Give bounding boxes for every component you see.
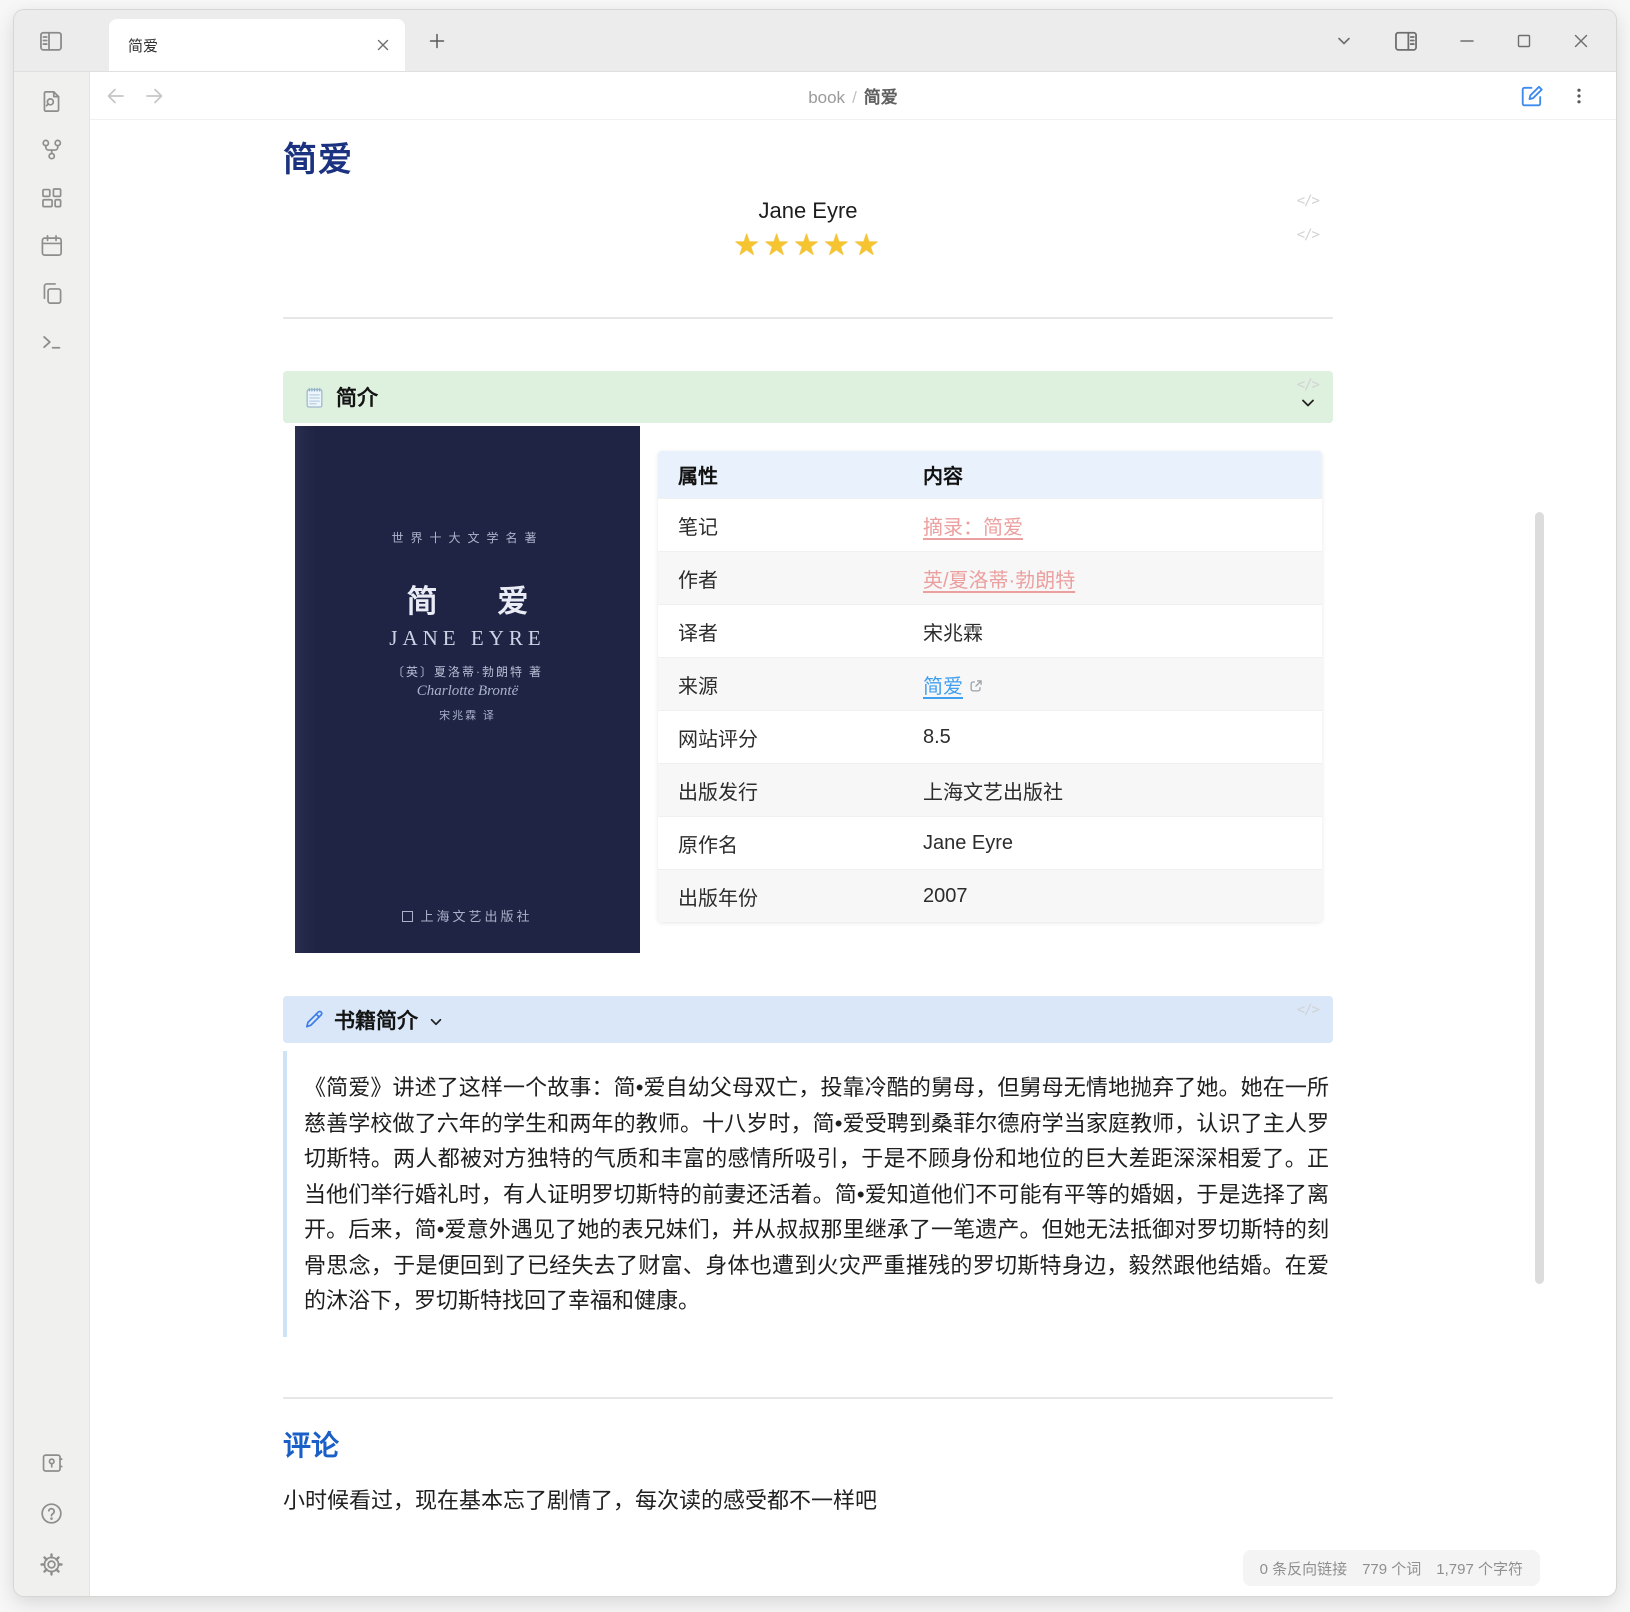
collapse-chevron-icon[interactable] (428, 1014, 444, 1030)
code-gutter-icon[interactable]: </> (1297, 1002, 1319, 1018)
cover-publisher: 上海文艺出版社 (295, 906, 640, 925)
note-ref-link[interactable]: 摘录：简爱 (923, 517, 1023, 539)
external-link-icon (969, 676, 983, 698)
prop-label: 网站评分 (658, 710, 903, 763)
col-attribute: 属性 (658, 451, 903, 498)
document-toolbar: book / 简爱 (90, 72, 1616, 120)
page-title: 简爱 (283, 132, 1333, 181)
book-info-table: 属性 内容 笔记 摘录：简爱 作者 (658, 451, 1322, 922)
main-panel: book/简爱 简爱 Jane (90, 72, 1616, 1596)
summary-section-header[interactable]: 书籍简介 </> (283, 996, 1333, 1043)
code-gutter-icon[interactable]: </> (1297, 377, 1319, 393)
book-summary-text: 《简爱》讲述了这样一个故事：简•爱自幼父母双亡，投靠冷酷的舅母，但舅母无情地抛弃… (283, 1051, 1333, 1337)
graph-view-icon[interactable] (39, 137, 64, 162)
table-row: 出版发行 上海文艺出版社 (658, 763, 1322, 816)
file-search-icon[interactable] (39, 89, 64, 114)
divider (283, 1397, 1333, 1399)
table-row: 笔记 摘录：简爱 (658, 498, 1322, 551)
help-icon[interactable] (39, 1501, 64, 1526)
table-row: 原作名 Jane Eyre (658, 816, 1322, 869)
safe-lock-icon[interactable] (39, 1450, 64, 1475)
table-header-row: 属性 内容 (658, 451, 1322, 498)
intro-section-header[interactable]: 简介 </> (283, 371, 1333, 423)
left-dock (14, 72, 90, 1596)
toggle-left-sidebar-icon[interactable] (38, 28, 64, 54)
prop-label: 作者 (658, 551, 903, 604)
copy-documents-icon[interactable] (39, 281, 64, 306)
table-row: 译者 宋兆霖 (658, 604, 1322, 657)
prop-label: 原作名 (658, 816, 903, 869)
prop-value: 上海文艺出版社 (903, 763, 1322, 816)
intro-section-title: 简介 (336, 382, 378, 412)
cover-translator: 宋兆霖 译 (295, 707, 640, 723)
prop-value: 宋兆霖 (903, 604, 1322, 657)
author-ref-link[interactable]: 英/夏洛蒂·勃朗特 (923, 570, 1075, 592)
prop-value: Jane Eyre (903, 816, 1322, 869)
prop-value: 简爱 (903, 657, 1322, 710)
chevron-down-icon[interactable] (1334, 31, 1354, 51)
table-row: 出版年份 2007 (658, 869, 1322, 922)
table-row: 来源 简爱 (658, 657, 1322, 710)
summary-section-title: 书籍简介 (334, 1005, 418, 1035)
char-count: 1,797 个字符 (1436, 1558, 1523, 1579)
tab-title: 简爱 (128, 35, 375, 56)
prop-label: 笔记 (658, 498, 903, 551)
calendar-icon[interactable] (39, 233, 64, 258)
table-row: 网站评分 8.5 (658, 710, 1322, 763)
divider (283, 317, 1333, 319)
breadcrumb[interactable]: book / 简爱 (90, 83, 1616, 108)
prop-label: 译者 (658, 604, 903, 657)
settings-gear-icon[interactable] (39, 1552, 64, 1577)
prop-value: 8.5 (903, 710, 1322, 763)
editor-area: 简爱 Jane Eyre ★★★★★ </> </> (90, 120, 1616, 1596)
cover-author: 〔英〕夏洛蒂·勃朗特 著 (295, 663, 640, 680)
backlink-count: 0 条反向链接 (1260, 1558, 1348, 1579)
maximize-icon[interactable] (1515, 32, 1533, 50)
word-count: 779 个词 (1362, 1558, 1421, 1579)
code-gutter-icon[interactable]: </> (1297, 193, 1319, 209)
prop-value: 2007 (903, 869, 1322, 922)
comment-text: 小时候看过，现在基本忘了剧情了，每次读的感受都不一样吧 (283, 1483, 1333, 1595)
book-subtitle: Jane Eyre (283, 198, 1333, 224)
collapse-chevron-icon[interactable] (1299, 394, 1317, 412)
new-tab-icon[interactable] (427, 31, 447, 51)
close-window-icon[interactable] (1572, 32, 1590, 50)
window-controls (1334, 28, 1616, 54)
prop-value: 英/夏洛蒂·勃朗特 (903, 551, 1322, 604)
prop-value: 摘录：简爱 (903, 498, 1322, 551)
cover-series: 世界十大文学名著 (295, 529, 640, 546)
code-gutter-icon[interactable]: </> (1297, 227, 1319, 243)
titlebar: 简爱 (14, 10, 1616, 72)
comments-heading: 评论 (283, 1424, 1333, 1464)
tab-jane-eyre[interactable]: 简爱 (109, 19, 405, 71)
col-content: 内容 (903, 451, 1322, 498)
table-row: 作者 英/夏洛蒂·勃朗特 (658, 551, 1322, 604)
terminal-icon[interactable] (39, 329, 64, 354)
app-window: 简爱 (14, 10, 1616, 1596)
source-external-link[interactable]: 简爱 (923, 676, 963, 698)
breadcrumb-current[interactable]: 简爱 (864, 88, 898, 107)
toggle-right-sidebar-icon[interactable] (1393, 28, 1419, 54)
publisher-logo (402, 911, 413, 922)
prop-label: 来源 (658, 657, 903, 710)
status-bar: 0 条反向链接 779 个词 1,797 个字符 (1243, 1550, 1540, 1586)
tab-close-icon[interactable] (375, 37, 391, 53)
book-cover-image: 世界十大文学名著 简 爱 JANE EYRE 〔英〕夏洛蒂·勃朗特 著 Char… (295, 426, 640, 953)
pencil-icon (303, 1009, 324, 1030)
cover-title-en: JANE EYRE (295, 626, 640, 651)
dashboard-icon[interactable] (39, 185, 64, 210)
cover-author-en: Charlotte Brontë (295, 683, 640, 700)
prop-label: 出版发行 (658, 763, 903, 816)
notepad-icon (303, 386, 326, 409)
rating-stars: ★★★★★ (283, 228, 1333, 263)
prop-label: 出版年份 (658, 869, 903, 922)
breadcrumb-separator: / (852, 88, 857, 107)
cover-title-cn: 简 爱 (295, 576, 640, 621)
breadcrumb-parent[interactable]: book (808, 88, 845, 107)
scrollbar-thumb[interactable] (1535, 512, 1544, 1284)
minimize-icon[interactable] (1458, 32, 1476, 50)
